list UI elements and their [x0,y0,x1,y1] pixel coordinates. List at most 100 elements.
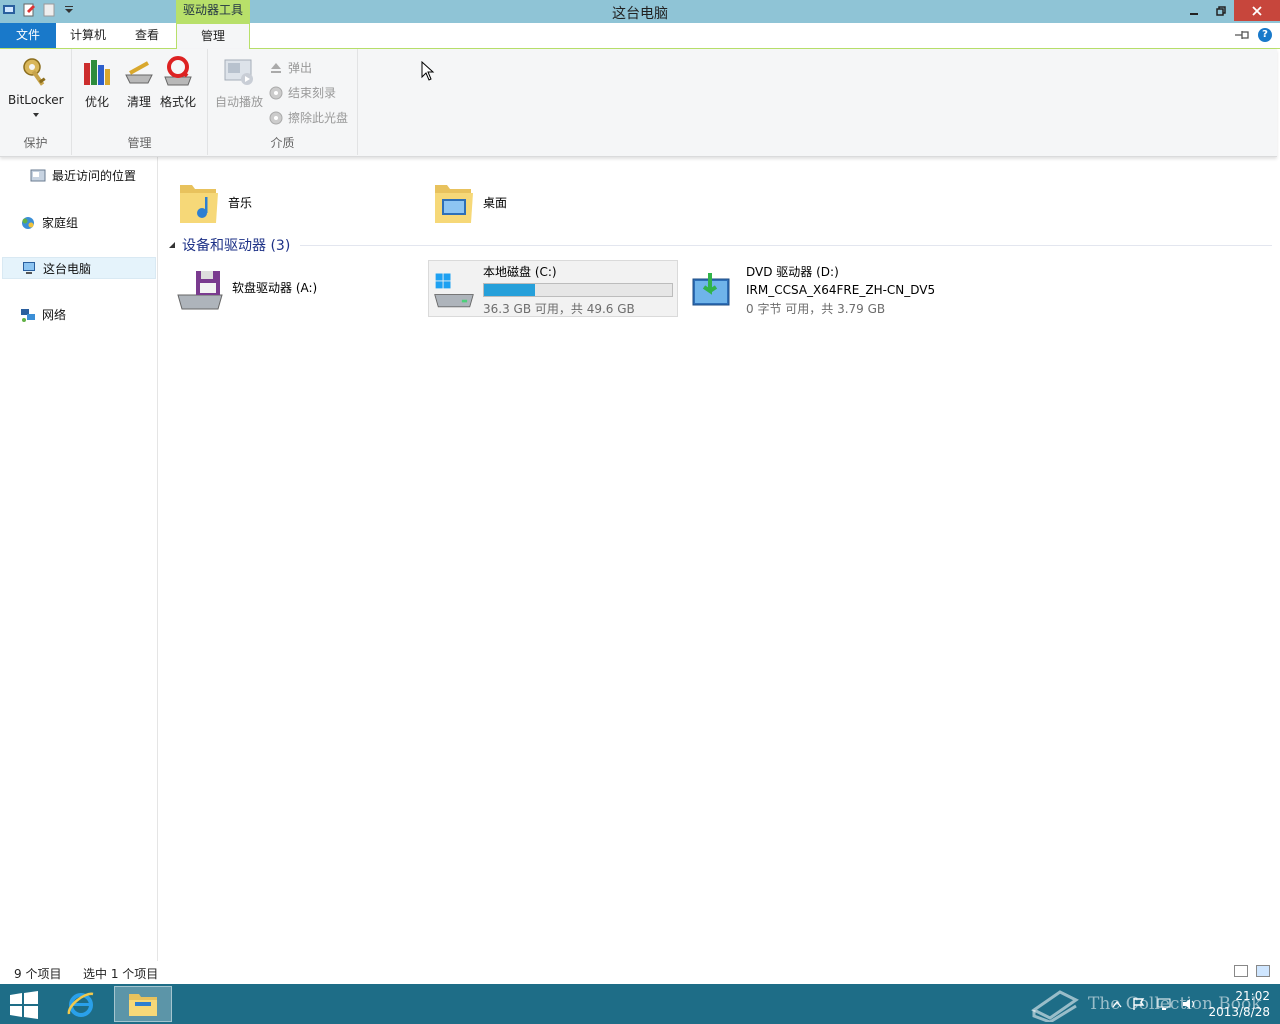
local-disk-space: 36.3 GB 可用，共 49.6 GB [483,302,635,316]
folder-label-desktop: 桌面 [483,195,508,210]
autoplay-button[interactable]: 自动播放 [215,55,263,110]
nav-item-homegroup[interactable]: 家庭组 [20,214,78,231]
format-button[interactable]: 格式化 [160,55,196,110]
local-disk-usage-fill [484,284,535,296]
status-bar: 9 个项目 选中 1 个项目 [0,961,1280,984]
navigation-pane: 最近访问的位置 家庭组 这台电脑 网络 [0,157,158,961]
autoplay-icon [224,59,253,85]
local-disk-icon [434,273,474,308]
erase-disc-icon [269,111,283,124]
dvd-drive-space: 0 字节 可用，共 3.79 GB [746,302,886,316]
tab-file[interactable]: 文件 [0,23,56,48]
internet-explorer-icon [67,992,94,1017]
content-pane: 音乐 桌面 设备和驱动器 (3) 软盘驱动器 (A:) 本地磁盘 (C:) 36… [158,157,1280,961]
window-title: 这台电脑 [612,6,668,22]
close-icon [1252,5,1262,16]
chevron-down-icon [32,113,39,117]
nav-label-homegroup: 家庭组 [42,216,79,230]
finish-burning-label: 结束刻录 [288,86,337,100]
drive-floppy[interactable]: 软盘驱动器 (A:) [176,261,317,313]
mouse-cursor-icon [421,61,435,81]
ribbon-tabs: 文件 计算机 查看 管理 ? [0,23,1280,50]
drive-dvd-d[interactable]: DVD 驱动器 (D:) IRM_CCSA_X64FRE_ZH-CN_DV5 0… [690,263,935,317]
pin-ribbon-icon[interactable] [1234,29,1250,41]
show-desktop-button[interactable] [1274,984,1280,1024]
erase-disc-label: 擦除此光盘 [288,111,349,125]
local-disk-name: 本地磁盘 (C:) [483,265,557,279]
nav-item-this-pc[interactable]: 这台电脑 [2,257,156,279]
restore-icon [1215,5,1226,16]
tab-computer[interactable]: 计算机 [58,23,118,48]
folder-label-music: 音乐 [228,195,253,210]
optimize-button[interactable]: 优化 [80,55,114,110]
dvd-drive-icon [692,273,730,306]
folder-desktop[interactable]: 桌面 [433,179,507,225]
format-label: 格式化 [160,95,197,109]
eject-icon [271,62,281,73]
floppy-drive-name: 软盘驱动器 (A:) [232,281,318,295]
nav-label-recent-places: 最近访问的位置 [52,169,137,183]
ribbon-right-controls: ? [1234,28,1272,42]
protect-group-label: 保护 [23,136,48,150]
minimize-button[interactable] [1180,0,1207,21]
desktop-folder-icon [435,185,473,223]
nav-item-recent-places[interactable]: 最近访问的位置 [30,167,136,184]
nav-label-network: 网络 [42,308,67,322]
file-explorer-icon [129,994,157,1016]
drive-local-c[interactable]: 本地磁盘 (C:) 36.3 GB 可用，共 49.6 GB [428,260,678,317]
close-button[interactable] [1234,0,1280,21]
window-controls [1180,0,1280,21]
music-folder-icon [180,185,218,223]
folder-music[interactable]: 音乐 [178,179,252,225]
taskbar-file-explorer[interactable] [114,986,172,1022]
media-group-label: 介质 [270,136,295,150]
recent-places-icon [30,169,46,181]
watermark-text: The Collection Book [1088,994,1262,1014]
bitlocker-button[interactable]: BitLocker [8,55,64,119]
this-pc-icon [23,262,35,274]
erase-disc-button[interactable]: 擦除此光盘 [268,109,348,126]
view-switcher [1234,965,1270,977]
devices-section-title: 设备和驱动器 (3) [182,238,291,254]
nav-item-network[interactable]: 网络 [20,306,66,323]
eject-label: 弹出 [288,61,313,75]
tab-view[interactable]: 查看 [120,23,174,48]
dvd-drive-info: DVD 驱动器 (D:) IRM_CCSA_X64FRE_ZH-CN_DV5 0… [746,263,935,317]
eject-button[interactable]: 弹出 [268,59,312,76]
local-disk-usage-bar [483,283,673,297]
homegroup-icon [22,216,34,229]
bitlocker-label: BitLocker [8,93,64,107]
tab-manage[interactable]: 管理 [176,23,250,50]
ribbon-panel: BitLocker 保护 优化 清理 格式化 管理 自动播放 介质 弹出 结束刻… [0,49,1277,157]
protect-group: BitLocker 保护 [0,49,72,155]
bitlocker-key-icon [23,58,46,86]
item-count: 9 个项目 [14,967,62,981]
cleanup-icon [125,61,153,84]
optimize-icon [84,60,110,85]
network-icon [21,308,35,322]
finish-burning-icon [269,86,283,99]
section-divider [300,245,1272,246]
details-view-icon[interactable] [1234,965,1248,977]
title-bar: 驱动器工具 这台电脑 [0,0,1280,23]
taskbar-internet-explorer[interactable] [52,986,110,1022]
cleanup-button[interactable]: 清理 [122,55,156,110]
collapse-triangle-icon [169,242,175,248]
watermark: The Collection Book [1030,986,1262,1022]
minimize-icon [1189,12,1198,15]
cleanup-label: 清理 [126,95,151,109]
optimize-label: 优化 [84,95,109,109]
start-button-icon[interactable] [8,989,40,1021]
local-disk-info: 本地磁盘 (C:) 36.3 GB 可用，共 49.6 GB [483,263,673,317]
dvd-drive-volume-label: IRM_CCSA_X64FRE_ZH-CN_DV5 [746,283,936,297]
manage-group-label: 管理 [127,136,152,150]
floppy-drive-icon [177,271,223,310]
selection-count: 选中 1 个项目 [83,967,159,981]
large-icons-view-icon[interactable] [1256,965,1270,977]
devices-section-header[interactable]: 设备和驱动器 (3) [168,235,290,255]
help-icon[interactable]: ? [1258,28,1272,42]
manage-group: 优化 清理 格式化 管理 [72,49,208,155]
restore-button[interactable] [1207,0,1234,21]
book-logo-icon [1031,990,1079,1022]
finish-burning-button[interactable]: 结束刻录 [268,84,336,101]
